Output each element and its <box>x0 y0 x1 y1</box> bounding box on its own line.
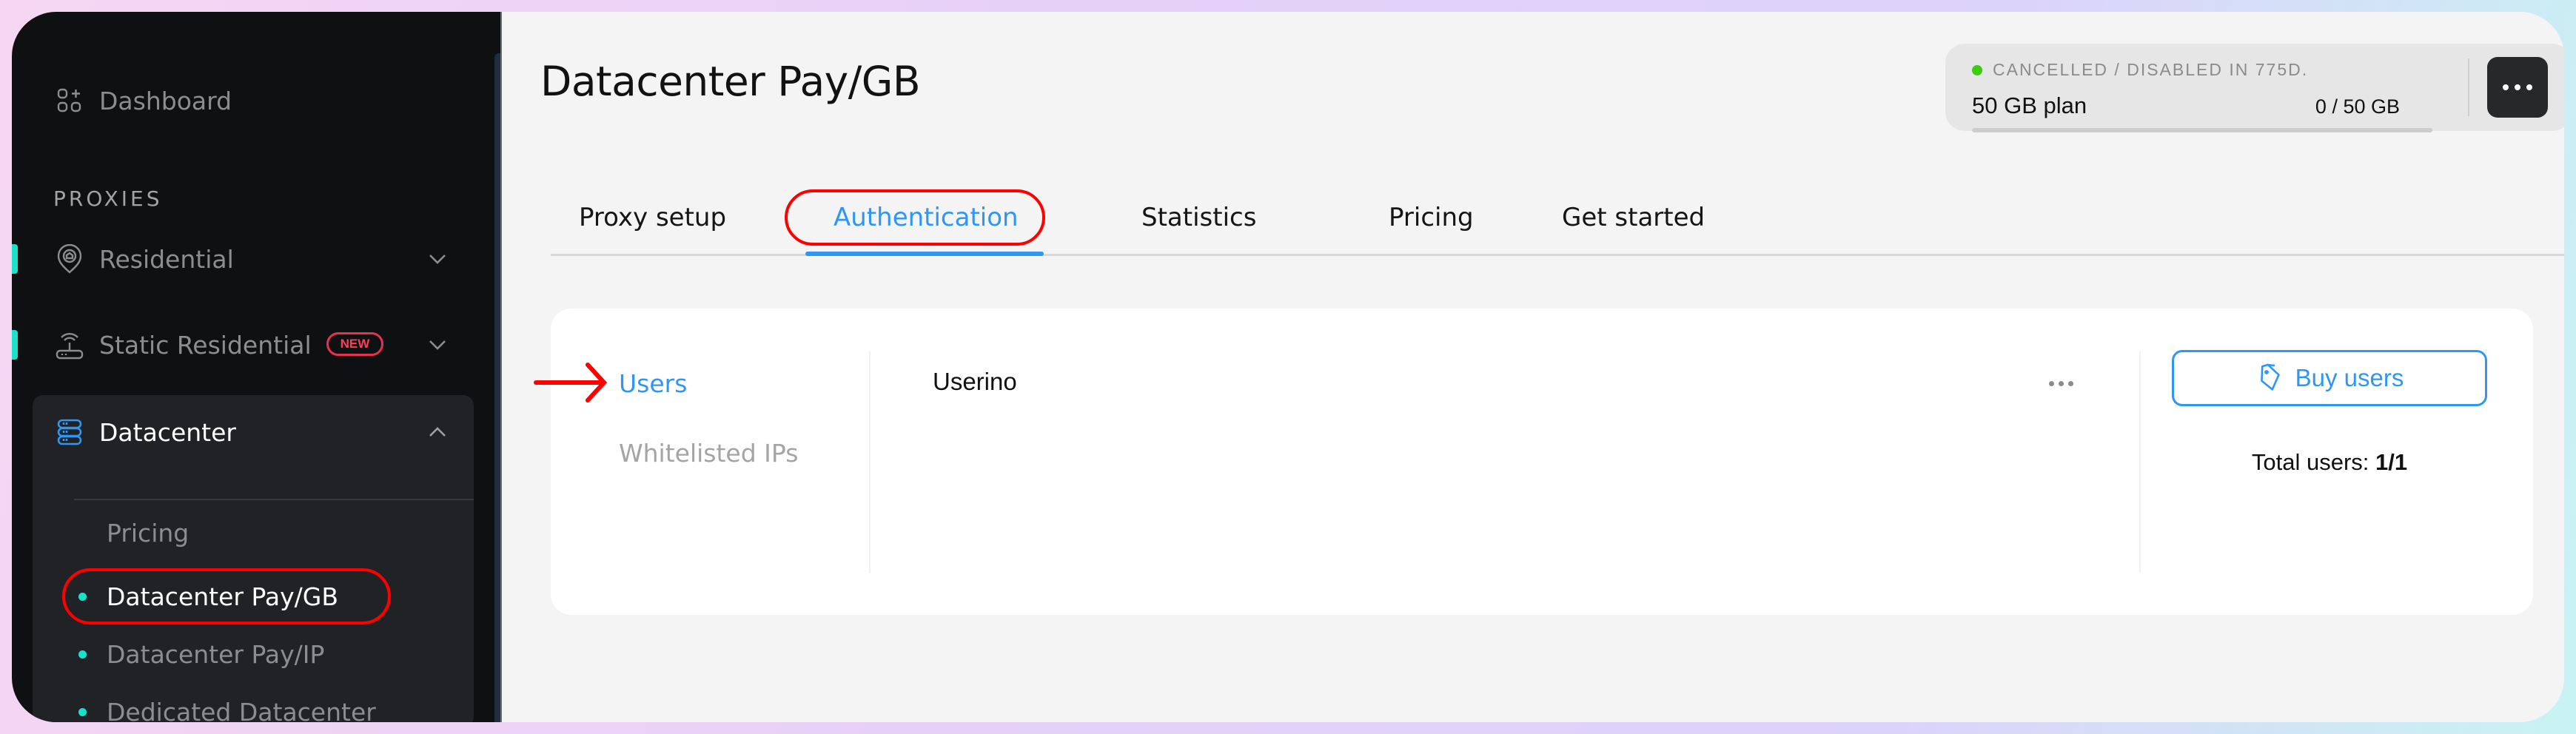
total-users-label: Total users: <box>2251 449 2369 475</box>
plan-status: CANCELLED / DISABLED IN 775D. <box>1972 60 2308 80</box>
new-badge: NEW <box>326 332 384 356</box>
sidebar-subitem-datacenter-pay-gb[interactable]: Datacenter Pay/GB <box>33 576 447 617</box>
subitem-label: Datacenter Pay/IP <box>107 639 325 669</box>
price-tag-icon <box>2260 363 2280 391</box>
sidebar-item-datacenter[interactable]: Datacenter <box>12 410 471 454</box>
sidebar-subitem-dedicated-datacenter[interactable]: Dedicated Datacenter <box>33 691 447 722</box>
section-label-proxies: PROXIES <box>53 186 163 211</box>
tab-proxy-setup[interactable]: Proxy setup <box>579 203 726 232</box>
chevron-down-icon[interactable] <box>426 248 449 270</box>
page-title: Datacenter Pay/GB <box>540 58 921 105</box>
sidebar: Dashboard PROXIES Residential Static Res… <box>12 12 502 722</box>
sidebar-item-text: Static Residential <box>99 330 312 360</box>
auth-nav-whitelisted-ips[interactable]: Whitelisted IPs <box>619 439 798 468</box>
more-horizontal-icon-dot <box>2049 381 2054 386</box>
sidebar-item-label: Datacenter <box>99 417 236 447</box>
chevron-up-icon[interactable] <box>426 421 449 443</box>
bullet-dot <box>78 650 87 659</box>
bullet-dot <box>78 592 87 601</box>
sidebar-subitem-pricing[interactable]: Pricing <box>33 512 447 553</box>
authentication-card: Users Whitelisted IPs Userino Buy users … <box>534 309 2533 615</box>
sidebar-subitem-datacenter-pay-ip[interactable]: Datacenter Pay/IP <box>33 633 447 675</box>
plan-usage: 0 / 50 GB <box>2315 95 2400 118</box>
sidebar-item-label: Dashboard <box>99 86 232 115</box>
tab-pricing[interactable]: Pricing <box>1389 203 1474 232</box>
total-users-value: 1/1 <box>2375 449 2408 475</box>
annotation-arrow-icon <box>534 363 608 403</box>
plan-summary-card: CANCELLED / DISABLED IN 775D. 50 GB plan… <box>1945 44 2564 132</box>
app-window: Dashboard PROXIES Residential Static Res… <box>12 12 2564 722</box>
sidebar-item-dashboard[interactable]: Dashboard <box>12 78 471 123</box>
plan-name: 50 GB plan <box>1972 92 2087 118</box>
buy-users-button[interactable]: Buy users <box>2172 350 2487 406</box>
more-horizontal-icon-dot <box>2515 84 2520 90</box>
dashboard-grid-icon <box>55 86 84 115</box>
chevron-down-icon[interactable] <box>426 334 449 356</box>
tab-authentication[interactable]: Authentication <box>833 203 1019 232</box>
router-icon <box>55 330 84 360</box>
sidebar-item-label: Static Residential NEW <box>99 330 384 360</box>
location-home-icon <box>55 244 84 274</box>
bullet-dot <box>78 707 87 716</box>
user-more-options-button[interactable] <box>2045 377 2078 391</box>
more-horizontal-icon-dot <box>2503 84 2509 90</box>
datacenter-group: Datacenter Pricing Datacenter Pay/GB Dat… <box>33 395 474 722</box>
more-horizontal-icon-dot <box>2059 381 2064 386</box>
active-tab-indicator <box>805 252 1044 256</box>
subitem-label: Datacenter Pay/GB <box>107 582 338 611</box>
tab-bar: Proxy setup Authentication Statistics Pr… <box>551 182 2564 256</box>
divider <box>2468 58 2469 116</box>
server-icon <box>55 417 84 447</box>
sidebar-item-residential[interactable]: Residential <box>12 237 471 281</box>
sidebar-item-label: Residential <box>99 244 234 274</box>
plan-usage-progress-bar <box>1972 128 2432 132</box>
tab-get-started[interactable]: Get started <box>1562 203 1705 232</box>
status-dot-icon <box>1972 64 1982 75</box>
auth-nav-users[interactable]: Users <box>619 369 687 398</box>
tab-statistics[interactable]: Statistics <box>1141 203 1256 232</box>
divider <box>869 351 871 573</box>
more-horizontal-icon-dot <box>2068 381 2073 386</box>
total-users: Total users: 1/1 <box>2172 449 2487 476</box>
subitem-label: Pricing <box>107 518 189 548</box>
main-content: Datacenter Pay/GB CANCELLED / DISABLED I… <box>502 12 2564 722</box>
sidebar-item-static-residential[interactable]: Static Residential NEW <box>12 323 471 367</box>
more-horizontal-icon-dot <box>2526 84 2532 90</box>
buy-users-label: Buy users <box>2295 364 2404 391</box>
divider <box>2139 351 2141 573</box>
divider <box>74 499 474 500</box>
plan-menu-button[interactable] <box>2487 57 2548 118</box>
plan-status-text: CANCELLED / DISABLED IN 775D. <box>1993 60 2309 79</box>
user-list-item[interactable]: Userino <box>933 368 1017 396</box>
subitem-label: Dedicated Datacenter <box>107 697 376 723</box>
